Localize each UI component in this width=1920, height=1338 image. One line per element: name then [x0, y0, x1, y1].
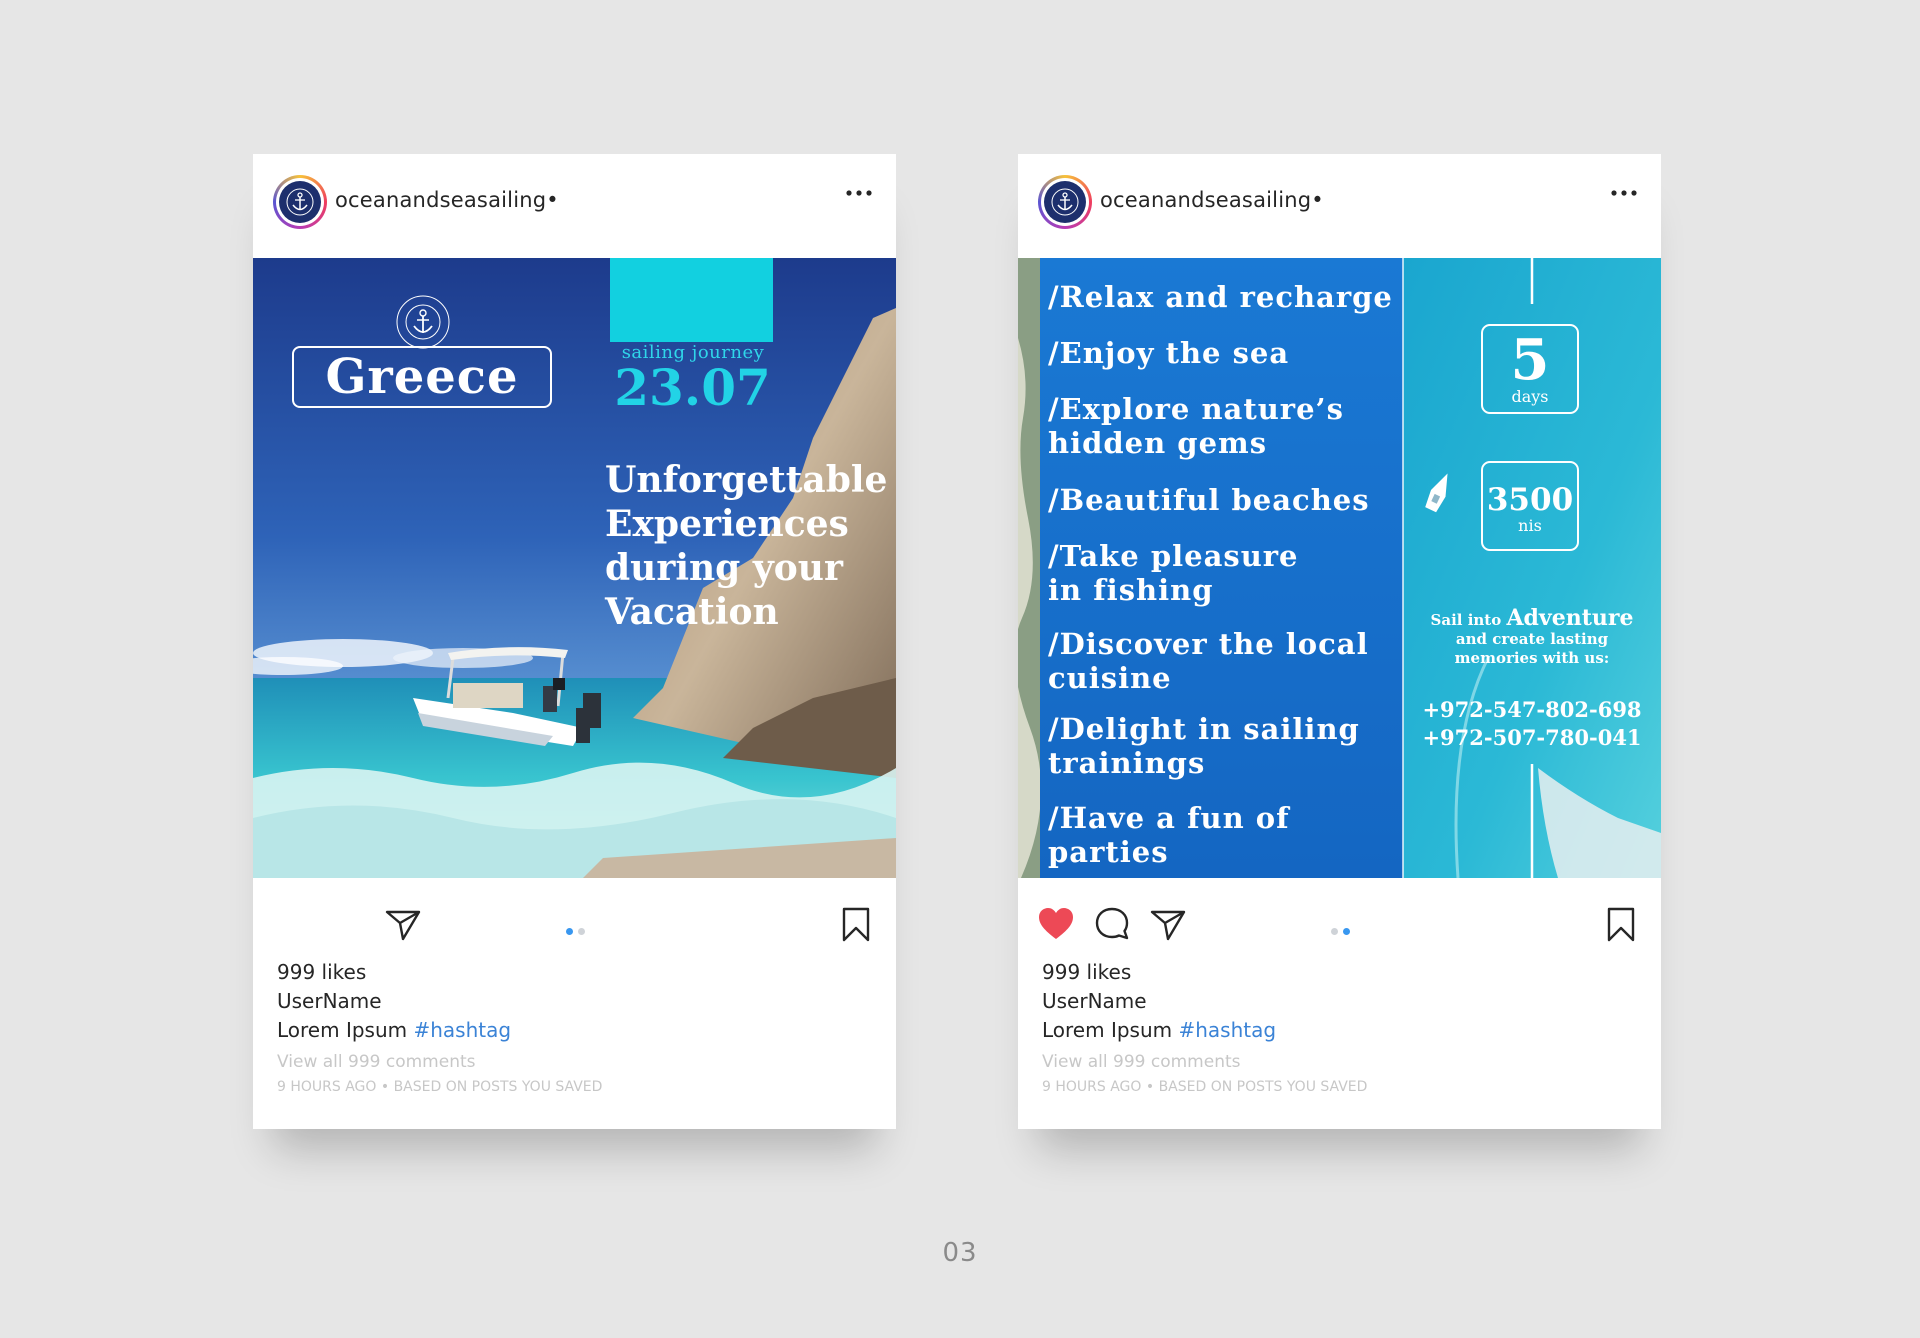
post-actions: [1018, 878, 1661, 958]
post-timestamp: 9 HOURS AGO • BASED ON POSTS YOU SAVED: [277, 1079, 603, 1095]
hashtag-link[interactable]: #hashtag: [1178, 1018, 1276, 1042]
paper-plane-icon[interactable]: [1148, 904, 1188, 944]
accent-block: [610, 258, 773, 342]
anchor-icon: [1051, 188, 1079, 216]
view-comments-link[interactable]: View all 999 comments: [277, 1049, 877, 1075]
more-dots-icon[interactable]: [844, 187, 874, 199]
duration-unit: days: [1511, 387, 1549, 406]
tagline-rest: and create lasting memories with us:: [1454, 630, 1610, 667]
like-count[interactable]: 999 likes: [1042, 958, 1642, 987]
bookmark-icon[interactable]: [1601, 904, 1641, 944]
heart-icon[interactable]: [1036, 904, 1076, 944]
price-value: 3500: [1486, 482, 1574, 518]
instagram-post-greece: oceanandseasailing• Greece sailing journ…: [253, 154, 896, 1129]
headline-line: Experiences: [605, 503, 849, 545]
username[interactable]: UserName: [277, 987, 877, 1016]
price-box: 3500 nis: [1481, 461, 1579, 551]
account-handle[interactable]: oceanandseasailing: [335, 188, 546, 212]
headline-line: Unforgettable: [605, 459, 888, 501]
page-number: 03: [942, 1238, 978, 1268]
feature-item: /Explore nature’s hidden gems: [1048, 392, 1344, 460]
account-name[interactable]: oceanandseasailing•: [1100, 188, 1324, 212]
post-image[interactable]: /Relax and recharge /Enjoy the sea /Expl…: [1018, 258, 1661, 878]
anchor-icon: [286, 188, 314, 216]
post-meta: 999 likes UserName Lorem Ipsum #hashtag …: [1042, 958, 1642, 1099]
like-count[interactable]: 999 likes: [277, 958, 877, 987]
account-suffix: •: [546, 188, 559, 212]
hashtag-link[interactable]: #hashtag: [413, 1018, 511, 1042]
price-unit: nis: [1518, 516, 1542, 535]
phone-number[interactable]: +972-547-802-698: [1413, 697, 1651, 722]
phone-number[interactable]: +972-507-780-041: [1413, 725, 1651, 750]
carousel-indicator: [1331, 928, 1350, 935]
feature-item: /Beautiful beaches: [1048, 483, 1370, 517]
journey-date: 23.07: [614, 358, 771, 417]
carousel-indicator: [566, 928, 585, 935]
view-comments-link[interactable]: View all 999 comments: [1042, 1049, 1642, 1075]
carousel-dot-active: [1343, 928, 1350, 935]
carousel-dot: [578, 928, 585, 935]
tagline-prefix: Sail into: [1430, 611, 1507, 629]
username[interactable]: UserName: [1042, 987, 1642, 1016]
tagline: Sail into Adventure and create lasting m…: [1413, 607, 1651, 668]
feature-item: /Have a fun of parties: [1048, 801, 1290, 869]
post-timestamp: 9 HOURS AGO • BASED ON POSTS YOU SAVED: [1042, 1079, 1368, 1095]
headline-line: during your: [605, 547, 843, 589]
trip-info-panel: 5 days 3500 nis Sail into Adventure and …: [1403, 258, 1661, 878]
carousel-dot-active: [566, 928, 573, 935]
feature-item: /Relax and recharge: [1048, 280, 1393, 314]
headline-line: Vacation: [605, 591, 779, 633]
avatar[interactable]: [1038, 175, 1092, 229]
avatar[interactable]: [273, 175, 327, 229]
headline: Unforgettable Experiences during your Va…: [605, 458, 895, 634]
destination-title: Greece: [325, 349, 519, 405]
feature-item: /Delight in sailing trainings: [1048, 712, 1360, 780]
account-handle[interactable]: oceanandseasailing: [1100, 188, 1311, 212]
feature-item: /Discover the local cuisine: [1048, 627, 1369, 695]
account-name[interactable]: oceanandseasailing•: [335, 188, 559, 212]
instagram-post-features: oceanandseasailing• /Relax and recharge …: [1018, 154, 1661, 1129]
duration-box: 5 days: [1481, 324, 1579, 414]
post-header: oceanandseasailing•: [1018, 154, 1661, 258]
account-suffix: •: [1311, 188, 1324, 212]
more-dots-icon[interactable]: [1609, 187, 1639, 199]
post-image[interactable]: Greece sailing journey 23.07 Unforgettab…: [253, 258, 896, 878]
caption: Lorem Ipsum #hashtag: [277, 1016, 877, 1045]
post-header: oceanandseasailing•: [253, 154, 896, 258]
caption-text: Lorem Ipsum: [277, 1018, 414, 1042]
ocean-and-sea-logo: [395, 294, 451, 350]
comment-bubble-icon[interactable]: [1092, 904, 1132, 944]
paper-plane-icon[interactable]: [383, 904, 423, 944]
caption-text: Lorem Ipsum: [1042, 1018, 1179, 1042]
post-meta: 999 likes UserName Lorem Ipsum #hashtag …: [277, 958, 877, 1099]
feature-item: /Enjoy the sea: [1048, 336, 1290, 370]
destination-badge: Greece: [292, 346, 552, 408]
carousel-dot: [1331, 928, 1338, 935]
duration-value: 5: [1510, 327, 1550, 393]
feature-item: /Take pleasure in fishing: [1048, 539, 1299, 607]
tagline-emphasis: Adventure: [1506, 605, 1634, 631]
post-actions: [253, 878, 896, 958]
caption: Lorem Ipsum #hashtag: [1042, 1016, 1642, 1045]
bookmark-icon[interactable]: [836, 904, 876, 944]
